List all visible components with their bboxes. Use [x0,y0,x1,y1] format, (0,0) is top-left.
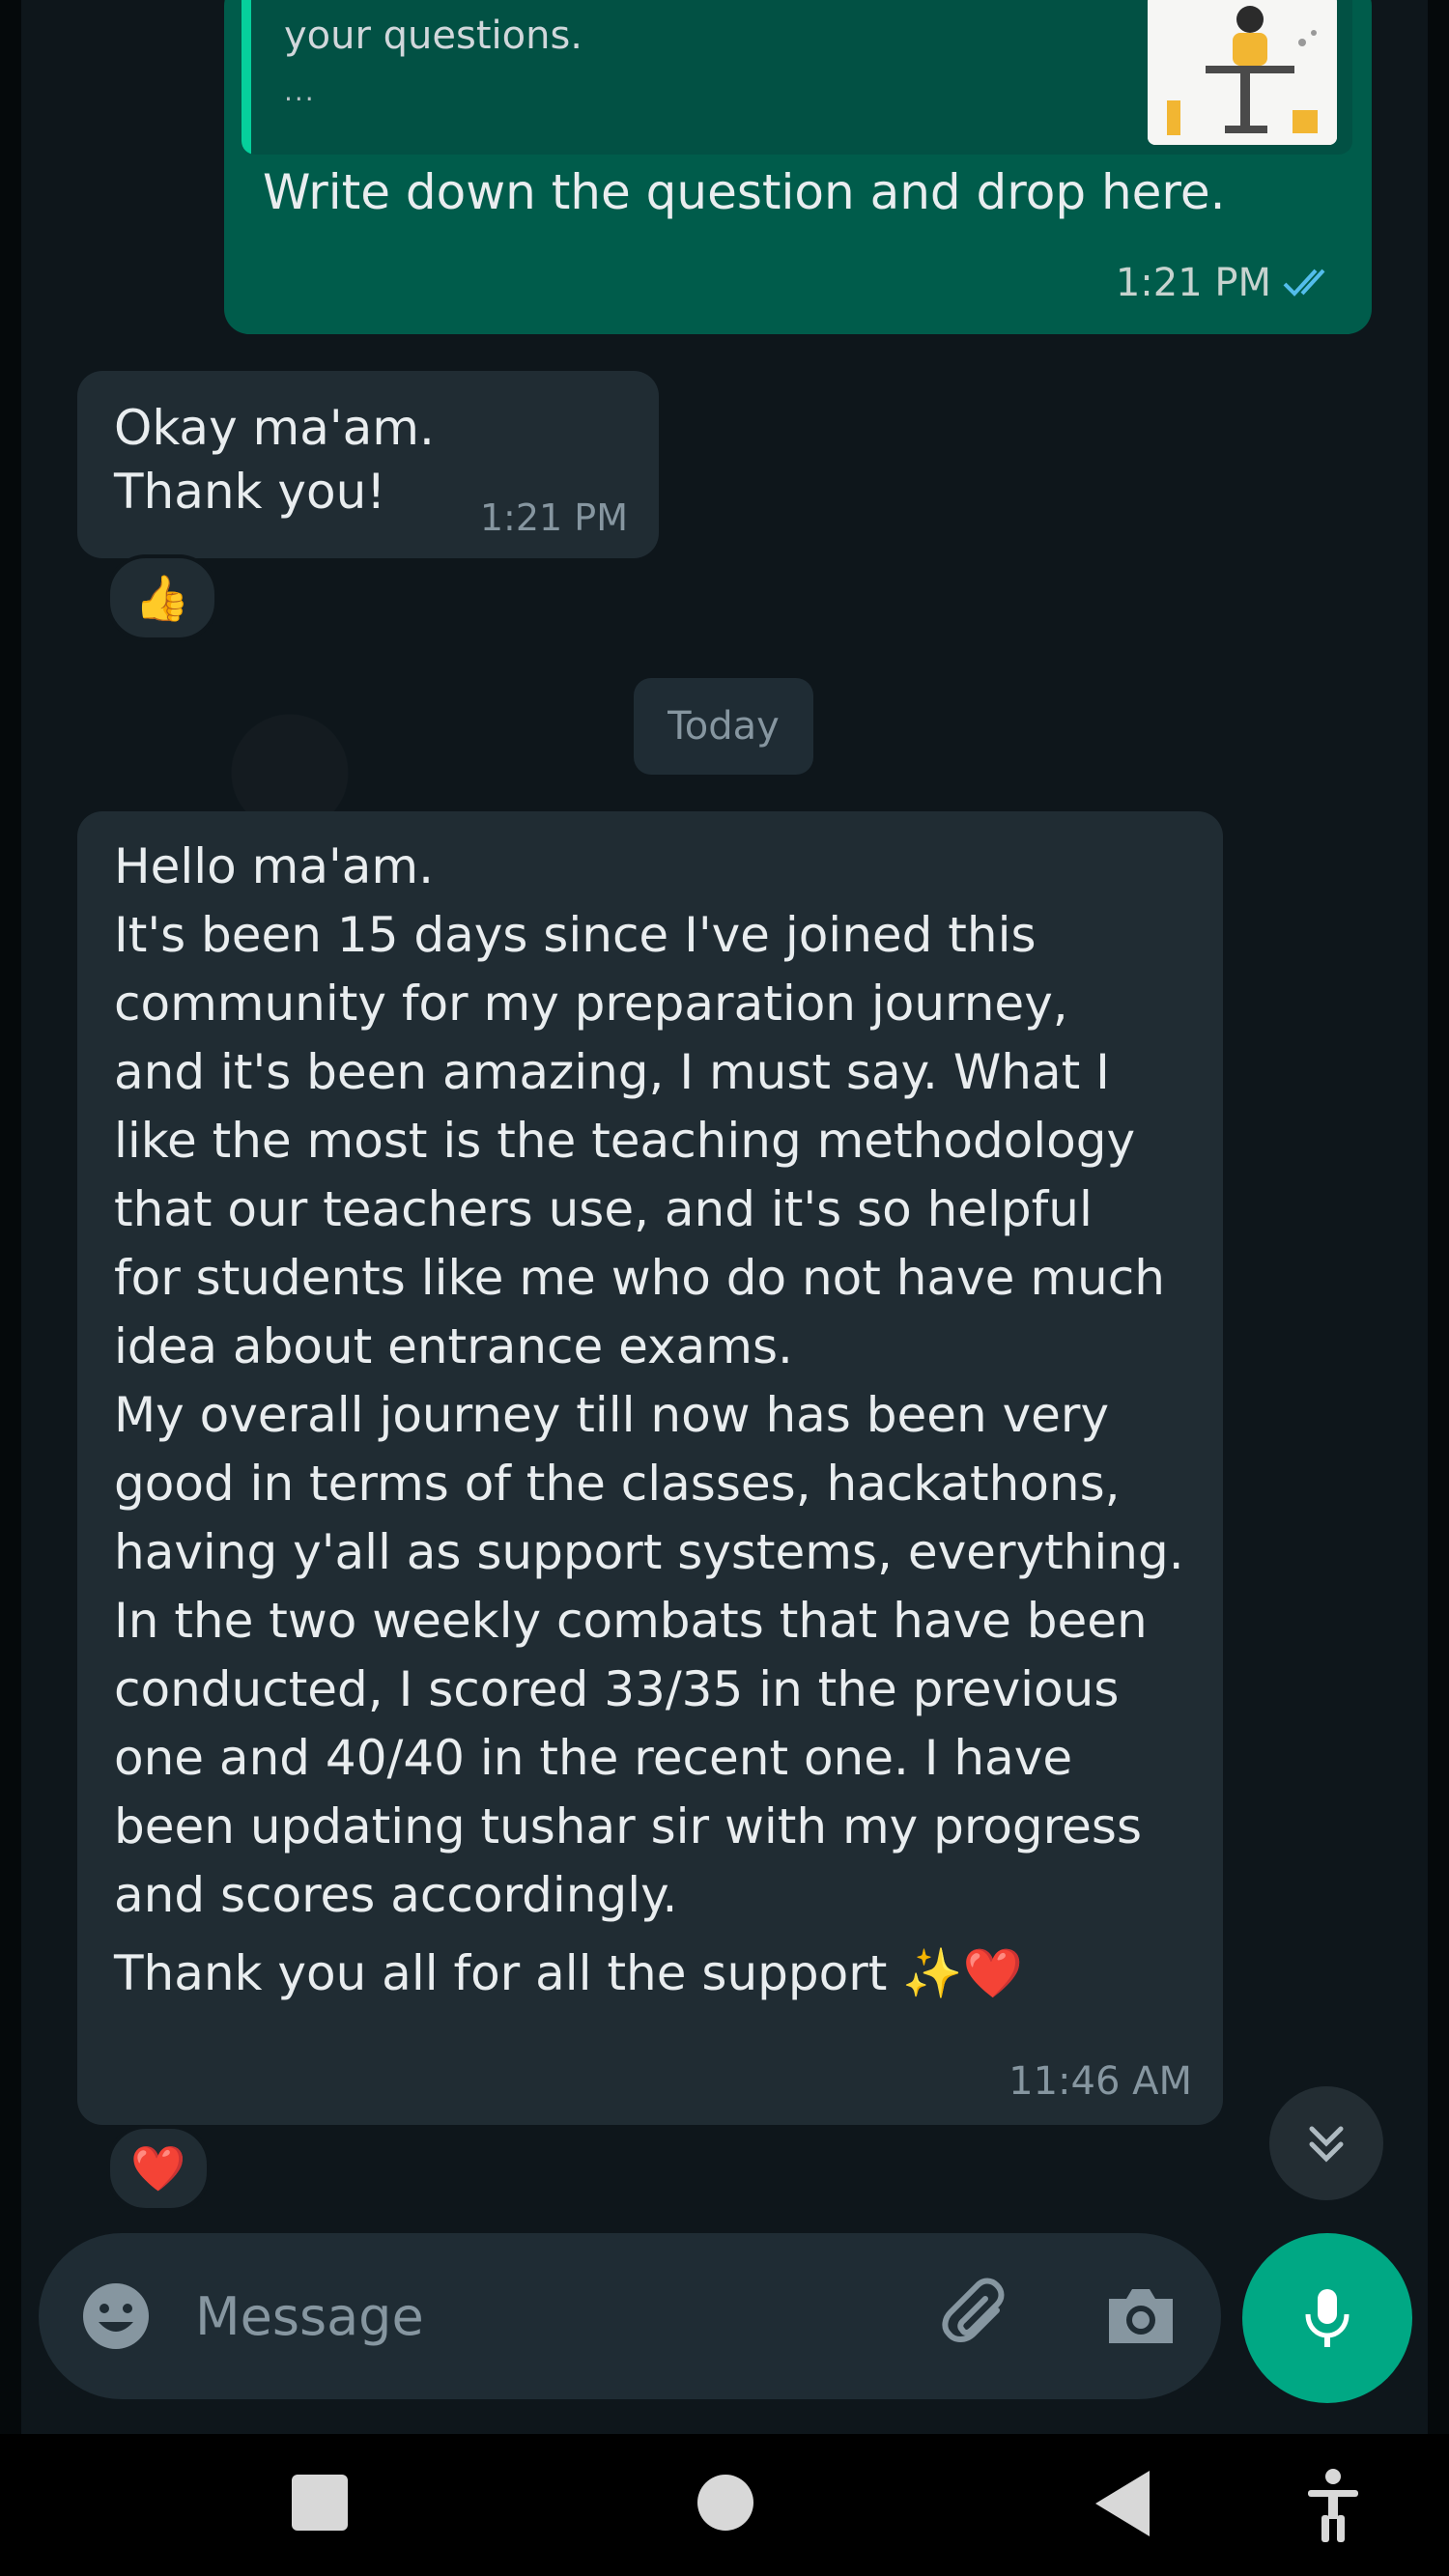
message-line: conducted, I scored 33/35 in the previou… [114,1661,1120,1717]
message-line: and scores accordingly. [114,1867,678,1923]
message-line: one and 40/40 in the recent one. I have [114,1730,1073,1786]
long-message-time: 11:46 AM [1009,2059,1192,2104]
message-line: like the most is the teaching methodolog… [114,1113,1136,1169]
accessibility-button[interactable] [1304,2467,1362,2544]
screen-edge-right [1428,0,1449,2576]
camera-icon [1109,2289,1173,2343]
message-line: having y'all as support systems, everyth… [114,1524,1184,1580]
incoming-message-time: 1:21 PM [479,496,628,539]
outgoing-message-time: 1:21 PM [1115,261,1271,305]
message-line: and it's been amazing, I must say. What … [114,1044,1110,1100]
scroll-to-bottom-button[interactable] [1269,2086,1383,2200]
message-composer [39,2233,1221,2399]
incoming-message-bubble[interactable]: Okay ma'am. Thank you! 1:21 PM [77,371,659,558]
message-line: Hello ma'am. [114,838,434,894]
emoji-icon [83,2283,149,2349]
date-divider: Today [634,678,813,775]
outgoing-message-text: Write down the question and drop here. [263,164,1226,220]
message-line: It's been 15 days since I've joined this [114,907,1037,963]
message-line: for students like me who do not have muc… [114,1250,1165,1306]
incoming-long-message-bubble[interactable]: Hello ma'am. It's been 15 days since I'v… [77,811,1223,2125]
quoted-text: your questions. [284,14,583,58]
double-chevron-down-icon [1309,2126,1344,2163]
quote-accent-bar [242,0,251,155]
message-line: good in terms of the classes, hackathons… [114,1456,1121,1512]
emoji-button[interactable] [77,2278,155,2355]
microphone-icon [1305,2289,1350,2347]
quoted-ellipsis: ... [284,75,316,107]
accessibility-icon [1308,2469,1358,2542]
message-input[interactable] [193,2272,931,2361]
long-message-body: Hello ma'am. It's been 15 days since I'v… [114,833,1196,2008]
attach-button[interactable] [937,2272,1024,2359]
message-line: community for my preparation journey, [114,976,1068,1032]
incoming-message-line: Okay ma'am. [114,400,435,456]
message-line: My overall journey till now has been ver… [114,1387,1110,1443]
message-line: idea about entrance exams. [114,1318,793,1374]
outgoing-message-meta: 1:21 PM [1116,261,1337,305]
system-navigation-bar [0,2434,1449,2576]
screen-edge-left [0,0,21,2576]
incoming-message-line: Thank you! [114,464,386,520]
message-line: been updating tushar sir with my progres… [114,1798,1142,1854]
thumbs-up-reaction[interactable]: 👍 [106,554,218,641]
message-line: In the two weekly combats that have been [114,1593,1148,1649]
message-closing-line: Thank you all for all the support ✨❤️ [114,1945,1023,2001]
voice-record-button[interactable] [1242,2233,1412,2403]
camera-button[interactable] [1097,2272,1184,2359]
heart-reaction[interactable]: ❤️ [106,2125,211,2212]
paperclip-icon [942,2278,1005,2342]
quoted-message-preview[interactable]: your questions. ... [242,0,1352,155]
message-line: that our teachers use, and it's so helpf… [114,1181,1093,1237]
recent-apps-button[interactable] [292,2475,348,2531]
back-button[interactable] [1095,2471,1150,2536]
home-button[interactable] [697,2475,753,2531]
outgoing-message-bubble[interactable]: your questions. ... Write down the quest… [224,0,1372,334]
preview-thumbnail-image [1148,0,1337,145]
double-check-read-icon [1283,269,1325,297]
